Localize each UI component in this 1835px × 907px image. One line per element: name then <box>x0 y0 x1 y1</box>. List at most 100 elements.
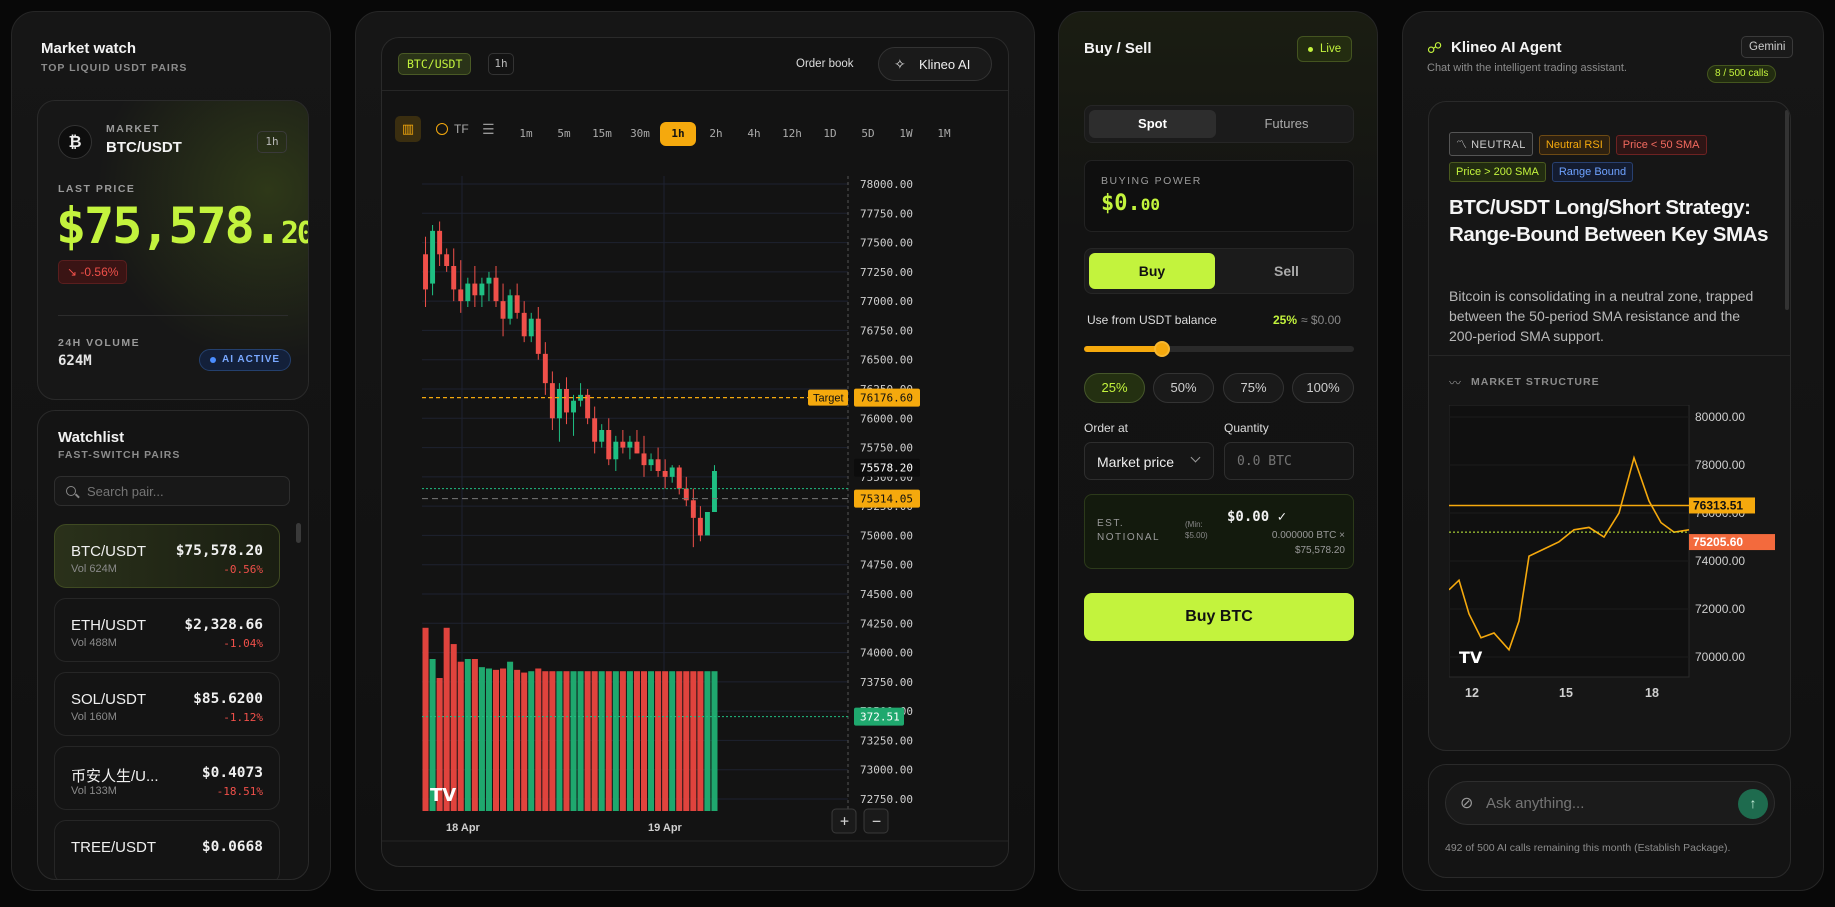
timeframe-button-4h[interactable]: 4h <box>736 122 772 146</box>
market-structure-chart[interactable]: 80000.0078000.0076000.0074000.0072000.00… <box>1449 405 1775 705</box>
candle-body <box>437 230 443 255</box>
price-chart[interactable]: 78000.00 77750.00 77500.00 77250.00 77000.00… <box>382 156 1009 846</box>
market-pair: BTC/USDT <box>106 139 182 156</box>
trade-panel: Buy / Sell Live Spot Futures BUYING POWE… <box>1058 11 1378 891</box>
timeframe-button-2h[interactable]: 2h <box>698 122 734 146</box>
status-dot-icon <box>210 357 216 363</box>
timeframe-button-1w[interactable]: 1W <box>888 122 924 146</box>
attach-icon[interactable]: ⊘ <box>1460 793 1473 813</box>
y-tick-label: 74000.00 <box>860 647 913 660</box>
chart-icon: 〰 <box>1449 376 1462 390</box>
futures-tab[interactable]: Futures <box>1223 110 1350 138</box>
y-tick-label: 76000.00 <box>860 412 913 425</box>
candle-body <box>465 283 471 302</box>
timeframe-button-5d[interactable]: 5D <box>850 122 886 146</box>
sell-tab[interactable]: Sell <box>1223 253 1350 289</box>
quantity-input[interactable] <box>1237 443 1347 479</box>
y-tick-label: 73000.00 <box>860 764 913 777</box>
live-dot-icon <box>1308 47 1313 52</box>
quantity-box[interactable] <box>1224 442 1354 480</box>
order-book-link[interactable]: Order book <box>796 58 854 70</box>
market-timeframe-chip[interactable]: 1h <box>257 131 287 153</box>
timeframe-button-1m[interactable]: 1m <box>508 122 544 146</box>
volume-bar <box>619 671 626 811</box>
market-watch-subtitle: TOP LIQUID USDT PAIRS <box>41 62 188 74</box>
search-box[interactable] <box>54 476 290 506</box>
row-symbol: 币安人生/U... <box>71 768 159 785</box>
klineo-ai-button[interactable]: ✧ Klineo AI <box>878 47 992 81</box>
volume-bar <box>556 671 563 811</box>
last-price: $75,578.20 <box>56 197 308 255</box>
pct-100-button[interactable]: 100% <box>1292 373 1354 403</box>
model-badge[interactable]: Gemini <box>1741 36 1794 58</box>
candle-body <box>641 453 647 466</box>
pct-50-button[interactable]: 50% <box>1153 373 1214 403</box>
candle-body <box>521 312 527 337</box>
est-notional-card: EST. NOTIONAL (Min: $5.00) $0.00 ✓ 0.000… <box>1084 494 1354 569</box>
row-price: $2,328.66 <box>184 617 263 633</box>
mini-y-tick: 70000.00 <box>1695 650 1745 664</box>
timeframe-button-1h[interactable]: 1h <box>660 122 696 146</box>
y-tick-label: 74250.00 <box>860 617 913 630</box>
watchlist-row-btc[interactable]: BTC/USDT Vol 624M $75,578.20 -0.56% <box>54 524 280 588</box>
chat-input[interactable] <box>1486 782 1726 824</box>
clock-icon[interactable] <box>436 123 448 135</box>
candle-body <box>423 254 428 290</box>
candle-body <box>535 318 541 354</box>
candle-body <box>458 289 464 302</box>
pct-75-button[interactable]: 75% <box>1223 373 1284 403</box>
volume-bar <box>570 671 577 811</box>
timeframe-chip[interactable]: 1h <box>488 53 514 75</box>
send-arrow-icon[interactable]: ↑ <box>1738 789 1768 819</box>
timeframe-button-30m[interactable]: 30m <box>622 122 658 146</box>
timeframe-button-1d[interactable]: 1D <box>812 122 848 146</box>
candle-body <box>571 400 576 413</box>
agent-subtitle: Chat with the intelligent trading assist… <box>1427 62 1627 74</box>
analysis-scrollbar[interactable] <box>1785 110 1789 310</box>
volume-bar <box>584 671 591 811</box>
chat-input-wrap[interactable]: ⊘ ↑ <box>1445 781 1775 825</box>
row-change: -1.12% <box>223 711 263 724</box>
volume-bar <box>626 671 633 811</box>
spot-tab[interactable]: Spot <box>1089 110 1216 138</box>
timeframe-button-12h[interactable]: 12h <box>774 122 810 146</box>
candle-body <box>613 441 619 460</box>
volume-bar <box>662 671 669 811</box>
search-input[interactable] <box>87 477 283 505</box>
row-change: -18.51% <box>216 785 263 798</box>
watchlist-row-eth[interactable]: ETH/USDT Vol 488M $2,328.66 -1.04% <box>54 598 280 662</box>
market-watch-panel: Market watch TOP LIQUID USDT PAIRS ₿ MAR… <box>11 11 331 891</box>
watchlist-scrollbar[interactable] <box>296 523 301 543</box>
candle-body <box>655 459 661 471</box>
indicator-icon[interactable]: ▥ <box>395 116 421 142</box>
buy-btc-button[interactable]: Buy BTC <box>1084 593 1354 641</box>
sliders-icon[interactable]: ☰ <box>482 121 495 138</box>
timeframe-button-15m[interactable]: 15m <box>584 122 620 146</box>
y-tick-label: 77250.00 <box>860 266 913 279</box>
mini-x-label: 12 <box>1465 686 1479 700</box>
balance-value: ≈ $0.00 <box>1301 313 1341 327</box>
pct-25-button[interactable]: 25% <box>1084 373 1145 403</box>
sparkle-icon: ✧ <box>894 56 906 72</box>
pair-chip[interactable]: BTC/USDT <box>398 53 472 75</box>
y-tick-label: 72750.00 <box>860 793 913 806</box>
timeframe-button-5m[interactable]: 5m <box>546 122 582 146</box>
row-change: -1.04% <box>223 637 263 650</box>
slider-handle[interactable] <box>1153 341 1170 357</box>
y-tick-label: 75000.00 <box>860 529 913 542</box>
watchlist-row-tree[interactable]: TREE/USDT $0.0668 <box>54 820 280 879</box>
market-watch-title: Market watch <box>41 40 137 57</box>
analysis-card: 〽 NEUTRAL Neutral RSI Price < 50 SMA Price … <box>1428 101 1791 751</box>
balance-slider[interactable] <box>1084 341 1354 357</box>
volume-bar <box>478 667 485 811</box>
watchlist-row-sol[interactable]: SOL/USDT Vol 160M $85.6200 -1.12% <box>54 672 280 736</box>
volume-bar <box>577 671 584 811</box>
timeframe-button-1m[interactable]: 1M <box>926 122 962 146</box>
buy-tab[interactable]: Buy <box>1089 253 1215 289</box>
order-type-select[interactable]: Market price <box>1084 442 1214 480</box>
candle-body <box>507 295 513 319</box>
buying-power-card: BUYING POWER $0.00 <box>1084 160 1354 232</box>
watchlist-row-binance-life[interactable]: 币安人生/U... Vol 133M $0.4073 -18.51% <box>54 746 280 810</box>
volume-bar <box>542 671 549 811</box>
est-notional-label: EST. NOTIONAL <box>1097 518 1161 543</box>
